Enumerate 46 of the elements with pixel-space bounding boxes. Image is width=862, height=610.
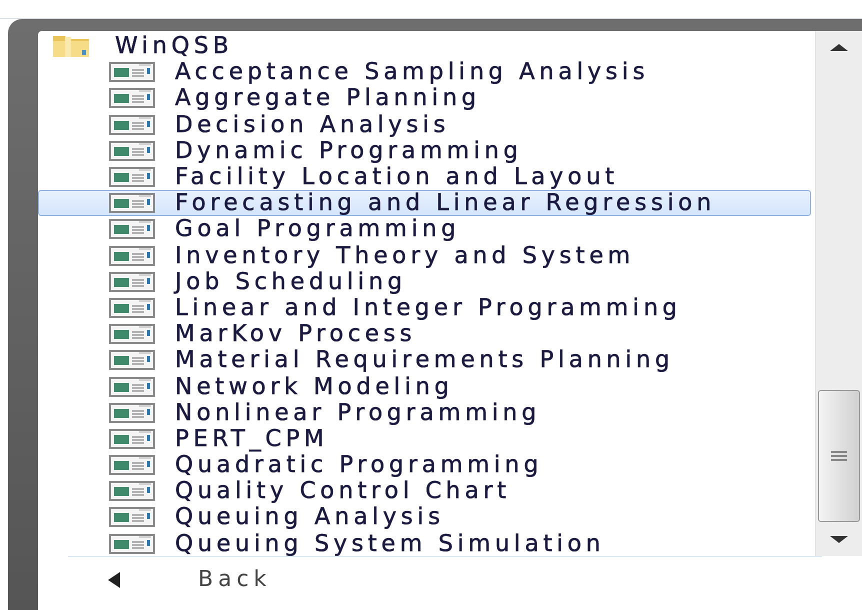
application-icon bbox=[109, 140, 155, 161]
application-icon bbox=[109, 167, 155, 188]
application-icon bbox=[109, 324, 155, 344]
application-icon bbox=[109, 272, 155, 292]
scroll-thumb[interactable] bbox=[818, 390, 860, 522]
application-icon bbox=[109, 219, 155, 240]
scroll-down-icon[interactable] bbox=[830, 536, 848, 544]
application-icon bbox=[109, 402, 155, 423]
program-item[interactable]: Nonlinear Programming bbox=[38, 400, 811, 426]
application-icon bbox=[109, 193, 155, 214]
program-item[interactable]: PERT_CPM bbox=[38, 426, 811, 452]
back-arrow-icon bbox=[108, 572, 120, 588]
application-icon bbox=[109, 428, 155, 449]
application-icon bbox=[109, 534, 155, 554]
application-icon bbox=[109, 88, 155, 108]
program-item[interactable]: Job Scheduling bbox=[38, 268, 811, 295]
scroll-up-icon[interactable] bbox=[830, 43, 848, 51]
application-icon bbox=[109, 62, 155, 82]
program-item[interactable]: Quadratic Programming bbox=[38, 452, 811, 478]
program-item[interactable]: Forecasting and Linear Regression bbox=[38, 190, 811, 216]
application-icon bbox=[109, 455, 155, 476]
scrollbar[interactable] bbox=[815, 31, 862, 556]
program-item[interactable]: Facility Location and Layout bbox=[38, 164, 811, 190]
program-item[interactable]: Linear and Integer Programming bbox=[38, 294, 811, 322]
program-item[interactable]: Inventory Theory and System bbox=[38, 242, 811, 269]
program-item[interactable]: Goal Programming bbox=[38, 216, 811, 242]
folder-item[interactable]: WinQSB bbox=[38, 33, 811, 60]
application-icon bbox=[109, 481, 155, 502]
program-item[interactable]: Dynamic Programming bbox=[38, 138, 811, 164]
program-item[interactable]: Aggregate Planning bbox=[38, 85, 811, 112]
program-item[interactable]: Queuing System Simulation bbox=[38, 530, 811, 557]
program-item[interactable]: Queuing Analysis bbox=[38, 504, 811, 531]
application-icon bbox=[109, 246, 155, 266]
application-icon bbox=[109, 376, 155, 397]
program-item[interactable]: Material Requirements Planning bbox=[38, 347, 811, 374]
application-icon bbox=[109, 350, 155, 370]
program-item[interactable]: MarKov Process bbox=[38, 321, 811, 348]
folder-icon bbox=[51, 33, 91, 60]
application-icon bbox=[109, 298, 155, 318]
application-icon bbox=[109, 114, 155, 135]
back-button[interactable]: Back bbox=[68, 557, 822, 592]
program-item[interactable]: Network Modeling bbox=[38, 373, 811, 400]
application-icon bbox=[109, 507, 155, 528]
program-item[interactable]: Decision Analysis bbox=[38, 112, 811, 138]
program-item[interactable]: Acceptance Sampling Analysis bbox=[38, 59, 811, 86]
program-item[interactable]: Quality Control Chart bbox=[38, 478, 811, 504]
